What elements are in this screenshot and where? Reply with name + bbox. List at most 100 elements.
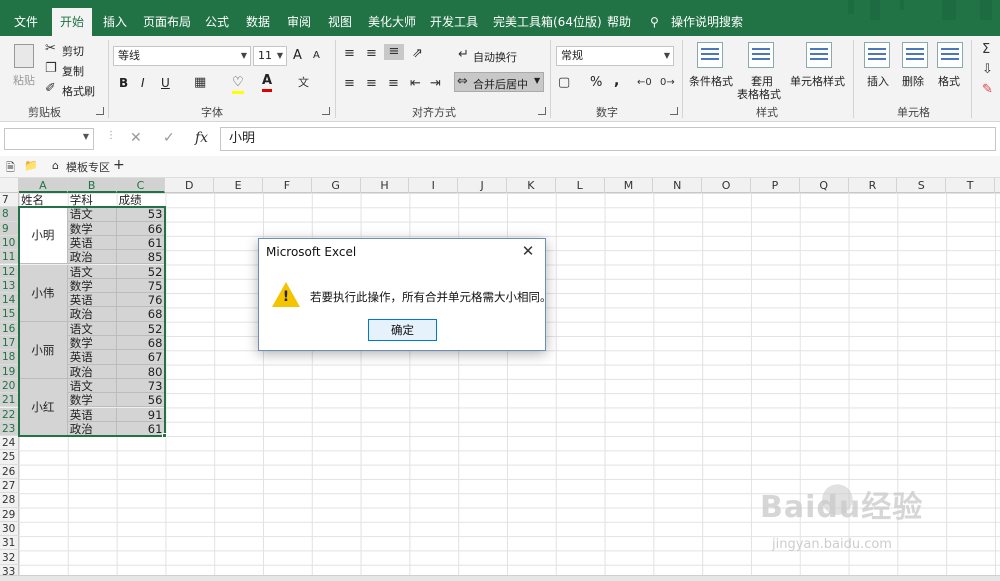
column-header[interactable]: R bbox=[849, 178, 898, 193]
insert-cells-button[interactable]: 插入 bbox=[867, 73, 889, 89]
wrap-text-button[interactable]: 自动换行 bbox=[473, 49, 517, 65]
column-header[interactable]: O bbox=[702, 178, 751, 193]
score-cell[interactable]: 61 bbox=[116, 235, 166, 251]
score-cell[interactable]: 61 bbox=[116, 421, 166, 437]
ribbon-tab[interactable]: 插入 bbox=[103, 8, 127, 36]
row-header[interactable]: 11 bbox=[0, 250, 19, 265]
fill-color-icon[interactable]: ♡ bbox=[232, 75, 244, 94]
ribbon-tab[interactable]: 页面布局 bbox=[143, 8, 191, 36]
column-header[interactable]: K bbox=[507, 178, 556, 193]
subject-cell[interactable]: 语文 bbox=[67, 207, 117, 222]
autosum-icon[interactable]: Σ bbox=[982, 42, 990, 58]
align-middle-icon[interactable]: ≡ bbox=[366, 46, 377, 62]
grow-font-button[interactable]: A bbox=[293, 48, 302, 63]
column-header[interactable]: N bbox=[653, 178, 703, 193]
alignment-launcher[interactable] bbox=[538, 107, 546, 115]
font-name-combo[interactable]: 等线 ▼ bbox=[113, 46, 251, 66]
orientation-icon[interactable]: ⇗ bbox=[412, 46, 423, 62]
fill-icon[interactable]: ⇩ bbox=[982, 62, 993, 78]
shrink-font-button[interactable]: A bbox=[313, 50, 320, 61]
align-left-icon[interactable]: ≡ bbox=[344, 76, 355, 92]
increase-decimal-icon[interactable]: ←0 bbox=[637, 75, 652, 91]
percent-button[interactable]: % bbox=[590, 75, 602, 90]
subject-cell[interactable]: 英语 bbox=[67, 235, 117, 251]
row-header[interactable]: 17 bbox=[0, 336, 19, 351]
row-header[interactable]: 25 bbox=[0, 450, 19, 465]
cell-styles-button[interactable]: 单元格样式 bbox=[790, 73, 845, 89]
row-header[interactable]: 26 bbox=[0, 465, 19, 479]
score-cell[interactable]: 52 bbox=[116, 264, 166, 279]
row-header[interactable]: 10 bbox=[0, 235, 19, 251]
ribbon-tab[interactable]: 审阅 bbox=[287, 8, 311, 36]
score-cell[interactable]: 67 bbox=[116, 350, 166, 365]
select-all-corner[interactable] bbox=[0, 178, 19, 193]
score-cell[interactable]: 52 bbox=[116, 321, 166, 336]
number-format-combo[interactable]: 常规 ▼ bbox=[556, 46, 674, 66]
header-cell-subject[interactable]: 学科 bbox=[68, 193, 117, 207]
subject-cell[interactable]: 英语 bbox=[67, 293, 117, 308]
subject-cell[interactable]: 英语 bbox=[67, 350, 117, 365]
header-cell-name[interactable]: 姓名 bbox=[19, 193, 68, 207]
bold-button[interactable]: B bbox=[119, 76, 128, 90]
merged-name-cell[interactable]: 小红 bbox=[19, 378, 68, 437]
column-header[interactable]: S bbox=[897, 178, 947, 193]
row-header[interactable]: 22 bbox=[0, 407, 19, 422]
row-header[interactable]: 15 bbox=[0, 307, 19, 322]
column-header[interactable]: C bbox=[116, 178, 166, 193]
ribbon-tab[interactable]: 帮助 bbox=[607, 8, 631, 36]
enter-icon[interactable]: ✓ bbox=[163, 130, 175, 146]
row-header[interactable]: 28 bbox=[0, 493, 19, 508]
align-bottom-icon[interactable]: ≡ bbox=[384, 44, 404, 60]
score-cell[interactable]: 53 bbox=[116, 207, 166, 222]
column-header[interactable]: A bbox=[19, 178, 68, 193]
align-right-icon[interactable]: ≡ bbox=[388, 76, 399, 92]
template-zone-tab[interactable]: 模板专区 bbox=[66, 159, 110, 175]
ribbon-tab[interactable]: 开始 bbox=[52, 8, 93, 36]
paste-button[interactable]: 粘贴 bbox=[8, 42, 42, 87]
align-top-icon[interactable]: ≡ bbox=[344, 46, 355, 62]
column-header[interactable]: F bbox=[263, 178, 312, 193]
subject-cell[interactable]: 数学 bbox=[67, 221, 117, 236]
cut-button[interactable]: 剪切 bbox=[62, 43, 84, 59]
fill-handle[interactable] bbox=[162, 433, 168, 439]
score-cell[interactable]: 75 bbox=[116, 278, 166, 294]
underline-button[interactable]: U bbox=[161, 76, 170, 90]
italic-button[interactable]: I bbox=[141, 76, 145, 90]
tell-me-search[interactable]: 操作说明搜索 bbox=[671, 8, 743, 36]
subject-cell[interactable]: 英语 bbox=[67, 407, 117, 422]
formula-input[interactable]: 小明 bbox=[220, 127, 996, 151]
subject-cell[interactable]: 政治 bbox=[67, 364, 117, 379]
score-cell[interactable]: 73 bbox=[116, 378, 166, 394]
column-header[interactable]: Q bbox=[800, 178, 849, 193]
subject-cell[interactable]: 数学 bbox=[67, 278, 117, 294]
column-header[interactable]: I bbox=[409, 178, 459, 193]
align-center-icon[interactable]: ≡ bbox=[366, 76, 377, 92]
merged-name-cell[interactable]: 小丽 bbox=[19, 321, 68, 379]
header-cell-score[interactable]: 成绩 bbox=[117, 193, 166, 207]
row-header[interactable]: 24 bbox=[0, 436, 19, 451]
subject-cell[interactable]: 数学 bbox=[67, 336, 117, 351]
column-header[interactable]: J bbox=[458, 178, 507, 193]
column-header[interactable]: L bbox=[556, 178, 605, 193]
column-header[interactable]: T bbox=[946, 178, 995, 193]
row-header[interactable]: 18 bbox=[0, 350, 19, 365]
cancel-icon[interactable]: ✕ bbox=[130, 130, 142, 146]
column-header[interactable]: G bbox=[312, 178, 361, 193]
column-header[interactable]: B bbox=[67, 178, 117, 193]
font-color-icon[interactable]: A bbox=[262, 73, 273, 92]
row-header[interactable]: 23 bbox=[0, 421, 19, 437]
ribbon-tab[interactable]: 开发工具 bbox=[430, 8, 478, 36]
merge-center-button[interactable]: ⇔ 合并后居中 ▼ bbox=[454, 72, 544, 92]
row-header[interactable]: 32 bbox=[0, 551, 19, 565]
score-cell[interactable]: 91 bbox=[116, 407, 166, 422]
insert-function-button[interactable]: fx bbox=[195, 130, 208, 146]
new-doc-icon[interactable]: 🗎 bbox=[6, 159, 15, 178]
ribbon-tab[interactable]: 公式 bbox=[205, 8, 229, 36]
clipboard-launcher[interactable] bbox=[96, 107, 104, 115]
increase-indent-icon[interactable]: ⇥ bbox=[430, 76, 441, 92]
ribbon-tab[interactable]: 视图 bbox=[328, 8, 352, 36]
subject-cell[interactable]: 数学 bbox=[67, 393, 117, 408]
format-painter-button[interactable]: 格式刷 bbox=[62, 83, 95, 99]
score-cell[interactable]: 68 bbox=[116, 307, 166, 322]
border-icon[interactable]: ▦ bbox=[194, 75, 206, 91]
